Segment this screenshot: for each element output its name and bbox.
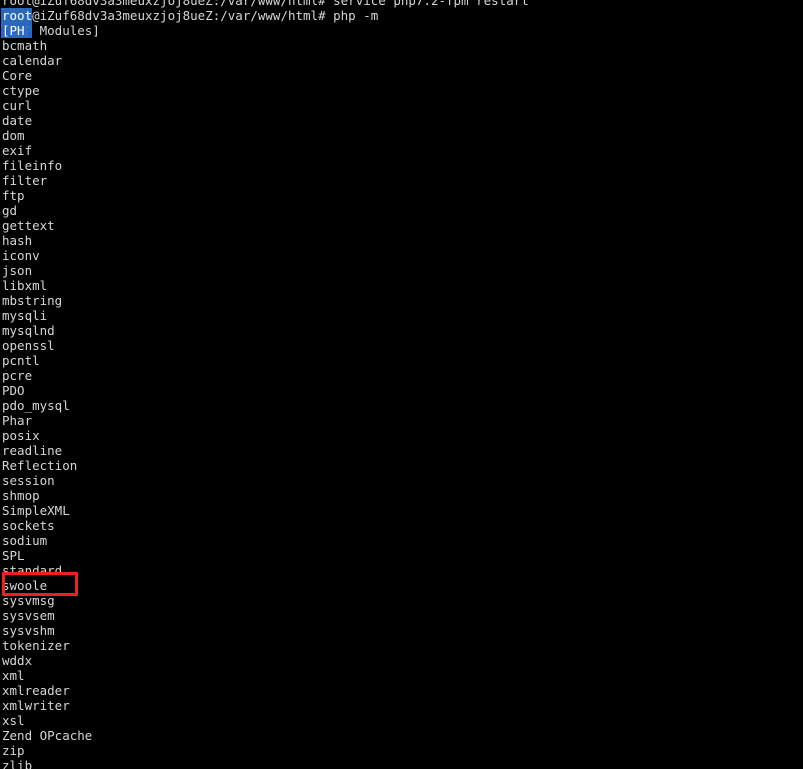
php-module-item: zlib [2,758,33,769]
php-module-item: PDO [2,383,25,398]
php-module-item: xmlreader [2,683,70,698]
php-module-item: xsl [2,713,25,728]
php-module-item: readline [2,443,63,458]
php-module-item: pcre [2,368,33,383]
php-module-item: bcmath [2,38,48,53]
php-module-item: json [2,263,33,278]
php-module-item: pdo_mysql [2,398,70,413]
php-module-item: swoole [2,578,48,593]
php-module-item: mysqli [2,308,48,323]
php-module-item: calendar [2,53,63,68]
terminal-line-command-restart: root@iZuf68dv3a3meuxzjoj8ueZ:/var/www/ht… [2,0,529,8]
php-module-item: sockets [2,518,55,533]
php-module-item: gettext [2,218,55,233]
php-module-item: mbstring [2,293,63,308]
php-module-item: Core [2,68,33,83]
php-module-item: wddx [2,653,33,668]
php-module-item: sodium [2,533,48,548]
php-module-list: bcmath calendar Core ctype curl date dom exif fi… [0,38,803,769]
php-module-item: pcntl [2,353,40,368]
php-module-item: Reflection [2,458,78,473]
php-module-item: gd [2,203,18,218]
php-module-item: sysvshm [2,623,55,638]
php-module-item: standard [2,563,63,578]
php-module-item: xmlwriter [2,698,70,713]
php-module-item: exif [2,143,33,158]
php-module-item: tokenizer [2,638,70,653]
php-module-item: SPL [2,548,25,563]
php-module-item: Zend OPcache [2,728,93,743]
selection-text-line3: [PH [2,23,25,38]
php-module-item: hash [2,233,33,248]
php-module-item: ftp [2,188,25,203]
php-module-item: libxml [2,278,48,293]
php-module-item: ctype [2,83,40,98]
terminal-line-php-modules-header: [PHP Modules] [2,23,100,38]
php-module-item: openssl [2,338,55,353]
php-module-item: shmop [2,488,40,503]
php-module-item: dom [2,128,25,143]
php-module-item: posix [2,428,40,443]
php-module-item: sysvmsg [2,593,55,608]
php-module-item: fileinfo [2,158,63,173]
php-module-item: Phar [2,413,33,428]
php-module-item: mysqlnd [2,323,55,338]
php-module-item: sysvsem [2,608,55,623]
terminal-line-command-php-m: root@iZuf68dv3a3meuxzjoj8ueZ:/var/www/ht… [2,8,379,23]
php-module-item: curl [2,98,33,113]
php-module-item: iconv [2,248,40,263]
php-module-item: session [2,473,55,488]
terminal-window[interactable]: root@iZuf68dv3a3meuxzjoj8ueZ:/var/www/ht… [0,0,803,769]
php-module-item: date [2,113,33,128]
php-module-item: xml [2,668,25,683]
selection-text-line2: root [2,8,33,23]
php-module-item: filter [2,173,48,188]
terminal-screen: root@iZuf68dv3a3meuxzjoj8ueZ:/var/www/ht… [0,0,803,769]
php-module-item: zip [2,743,25,758]
php-module-item: SimpleXML [2,503,70,518]
